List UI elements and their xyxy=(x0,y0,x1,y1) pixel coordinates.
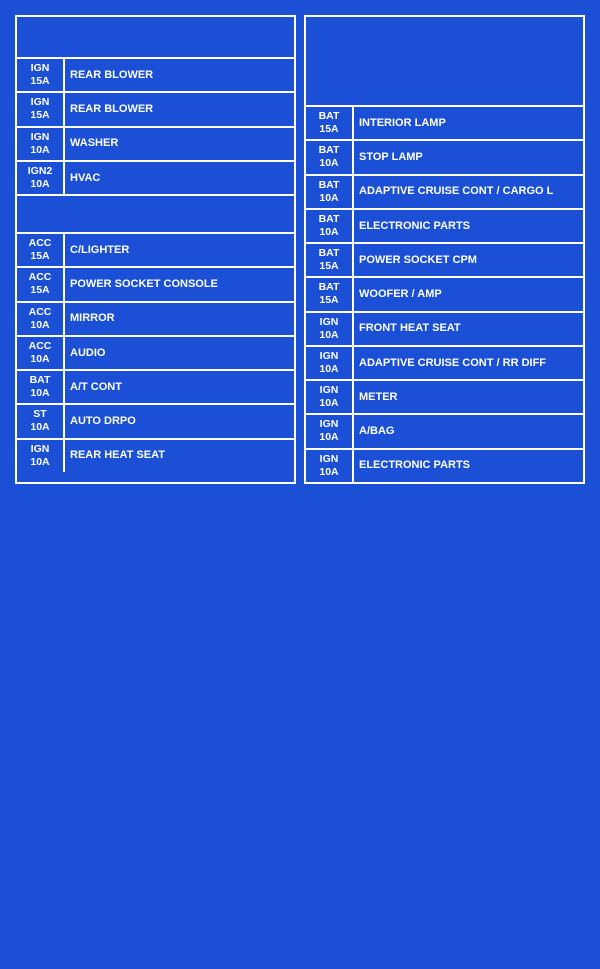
left-header-empty xyxy=(17,17,294,59)
table-row: ST10AAUTO DRPO xyxy=(17,405,294,439)
fuse-code: BAT15A xyxy=(306,278,354,310)
fuse-code: IGN10A xyxy=(17,440,65,472)
right-panel: BAT15AINTERIOR LAMPBAT10ASTOP LAMPBAT10A… xyxy=(304,15,585,484)
table-row: BAT10AADAPTIVE CRUISE CONT / CARGO L xyxy=(306,176,583,210)
fuse-label: INTERIOR LAMP xyxy=(354,107,583,139)
fuse-label: REAR HEAT SEAT xyxy=(65,440,294,472)
fuse-code: BAT10A xyxy=(306,141,354,173)
table-row: BAT10ASTOP LAMP xyxy=(306,141,583,175)
table-row: IGN210AHVAC xyxy=(17,162,294,196)
fuse-label: METER xyxy=(354,381,583,413)
fuse-label: REAR BLOWER xyxy=(65,93,294,125)
table-row: IGN15AREAR BLOWER xyxy=(17,59,294,93)
table-row: BAT10AA/T CONT xyxy=(17,371,294,405)
fuse-label: POWER SOCKET CPM xyxy=(354,244,583,276)
table-row: ACC10AAUDIO xyxy=(17,337,294,371)
table-row: ACC15AC/LIGHTER xyxy=(17,234,294,268)
fuse-label: AUTO DRPO xyxy=(65,405,294,437)
fuse-label: MIRROR xyxy=(65,303,294,335)
fuse-label: REAR BLOWER xyxy=(65,59,294,91)
table-row: BAT15AINTERIOR LAMP xyxy=(306,107,583,141)
fuse-code: ACC10A xyxy=(17,303,65,335)
table-row: ACC10AMIRROR xyxy=(17,303,294,337)
fuse-label: ADAPTIVE CRUISE CONT / RR DIFF xyxy=(354,347,583,379)
table-row: IGN10AMETER xyxy=(306,381,583,415)
fuse-label: AUDIO xyxy=(65,337,294,369)
fuse-code: ACC15A xyxy=(17,234,65,266)
table-row: IGN10AELECTRONIC PARTS xyxy=(306,450,583,482)
fuse-label: A/T CONT xyxy=(65,371,294,403)
fuse-code: IGN10A xyxy=(306,347,354,379)
table-row: ACC15APOWER SOCKET CONSOLE xyxy=(17,268,294,302)
table-row: IGN10AADAPTIVE CRUISE CONT / RR DIFF xyxy=(306,347,583,381)
fuse-label: WOOFER / AMP xyxy=(354,278,583,310)
table-row: IGN10AFRONT HEAT SEAT xyxy=(306,313,583,347)
fuse-code: IGN15A xyxy=(17,59,65,91)
fuse-label: WASHER xyxy=(65,128,294,160)
fuse-code: IGN10A xyxy=(306,450,354,482)
table-row: IGN15AREAR BLOWER xyxy=(17,93,294,127)
fuse-label: ELECTRONIC PARTS xyxy=(354,210,583,242)
fuse-code: BAT10A xyxy=(17,371,65,403)
right-header-empty xyxy=(306,17,583,107)
table-row xyxy=(17,196,294,234)
fuse-label: C/LIGHTER xyxy=(65,234,294,266)
fuse-code: ACC10A xyxy=(17,337,65,369)
fuse-diagram: IGN15AREAR BLOWERIGN15AREAR BLOWERIGN10A… xyxy=(10,10,590,489)
table-row: BAT10AELECTRONIC PARTS xyxy=(306,210,583,244)
fuse-label: HVAC xyxy=(65,162,294,194)
fuse-code: ST10A xyxy=(17,405,65,437)
fuse-label: ADAPTIVE CRUISE CONT / CARGO L xyxy=(354,176,583,208)
fuse-code: IGN15A xyxy=(17,93,65,125)
fuse-code: IGN10A xyxy=(306,415,354,447)
table-row: IGN10AREAR HEAT SEAT xyxy=(17,440,294,472)
table-row: BAT15APOWER SOCKET CPM xyxy=(306,244,583,278)
fuse-code: BAT15A xyxy=(306,244,354,276)
fuse-label: ELECTRONIC PARTS xyxy=(354,450,583,482)
fuse-label: POWER SOCKET CONSOLE xyxy=(65,268,294,300)
fuse-label: A/BAG xyxy=(354,415,583,447)
fuse-code: BAT10A xyxy=(306,210,354,242)
fuse-code: ACC15A xyxy=(17,268,65,300)
table-row: IGN10AWASHER xyxy=(17,128,294,162)
left-panel: IGN15AREAR BLOWERIGN15AREAR BLOWERIGN10A… xyxy=(15,15,296,484)
fuse-code: IGN10A xyxy=(306,381,354,413)
fuse-label: FRONT HEAT SEAT xyxy=(354,313,583,345)
table-row: BAT15AWOOFER / AMP xyxy=(306,278,583,312)
fuse-code: BAT15A xyxy=(306,107,354,139)
table-row: IGN10AA/BAG xyxy=(306,415,583,449)
fuse-label: STOP LAMP xyxy=(354,141,583,173)
fuse-code: IGN210A xyxy=(17,162,65,194)
fuse-code: IGN10A xyxy=(17,128,65,160)
fuse-code: BAT10A xyxy=(306,176,354,208)
fuse-code: IGN10A xyxy=(306,313,354,345)
